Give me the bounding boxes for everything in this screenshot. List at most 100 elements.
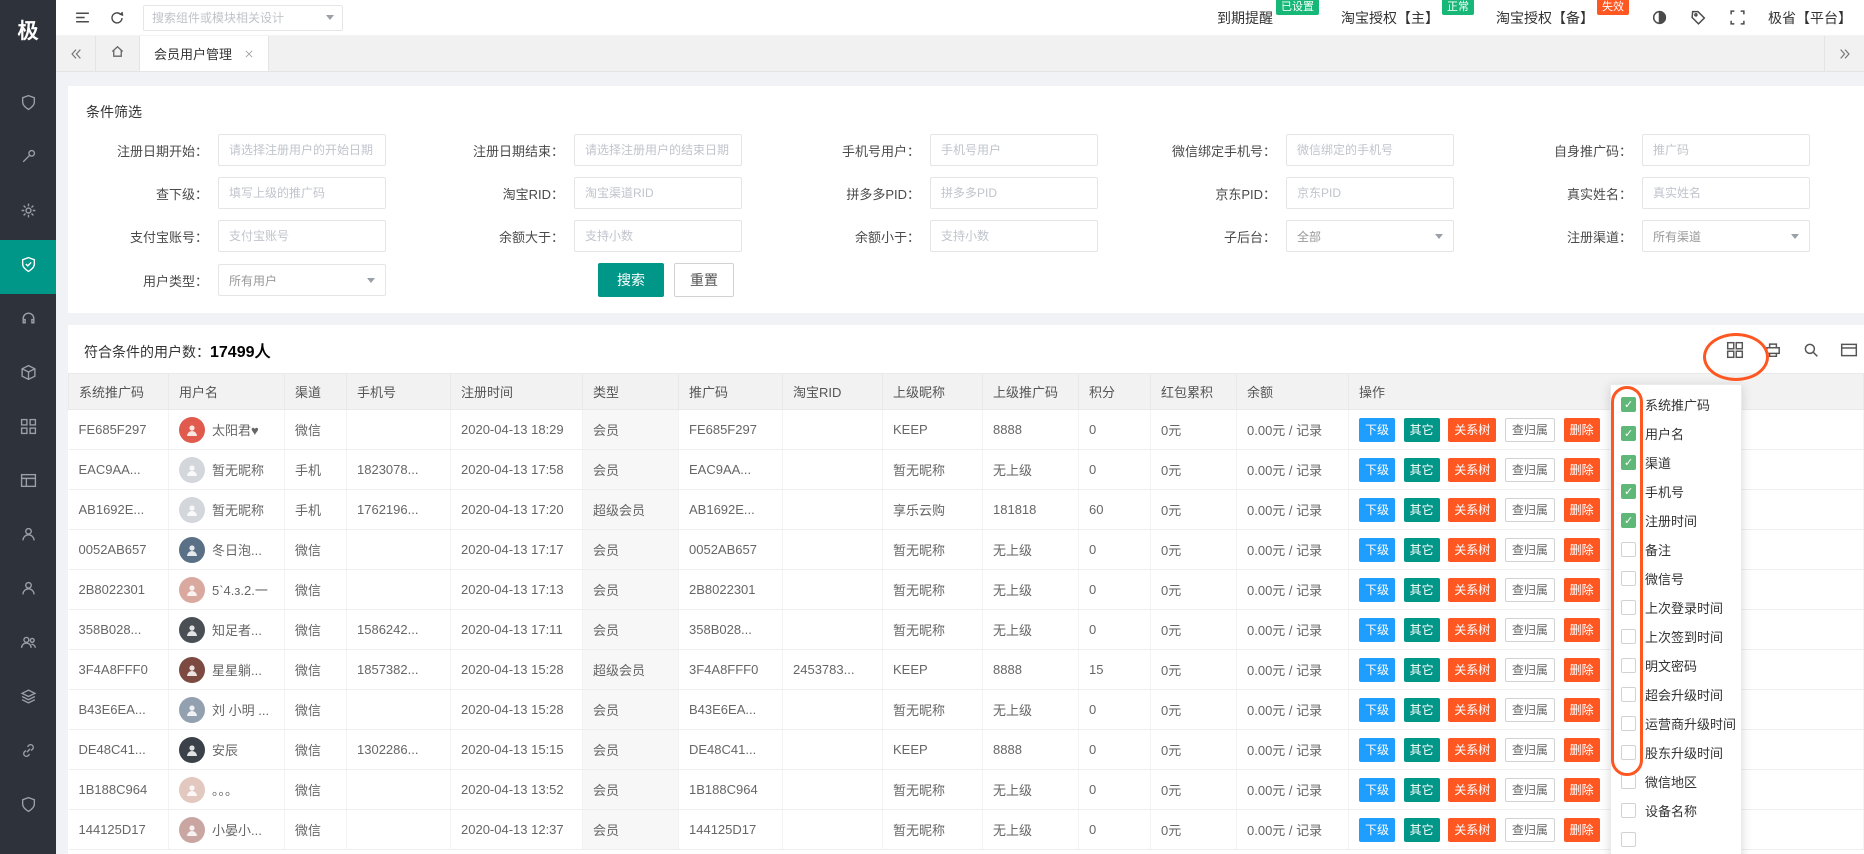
chevron-down-icon[interactable] — [326, 15, 334, 20]
sidebar-item-support[interactable] — [0, 294, 56, 348]
column-toggle[interactable]: 系统推广码 — [1611, 390, 1741, 419]
sidebar-item-users-group[interactable] — [0, 618, 56, 672]
phone-user-input[interactable] — [930, 134, 1098, 166]
relation-tree-button[interactable]: 关系树 — [1448, 697, 1497, 722]
ownership-button[interactable]: 查归属 — [1504, 617, 1555, 642]
ownership-button[interactable]: 查归属 — [1504, 777, 1555, 802]
sub-admin-select[interactable]: 全部 — [1286, 220, 1454, 252]
checkbox-icon[interactable] — [1621, 600, 1636, 615]
reg-date-end-input[interactable] — [574, 134, 742, 166]
delete-button[interactable]: 删除 — [1563, 537, 1600, 562]
relation-tree-button[interactable]: 关系树 — [1448, 737, 1497, 762]
close-icon[interactable] — [244, 49, 254, 59]
real-name-input[interactable] — [1642, 177, 1810, 209]
delete-button[interactable]: 删除 — [1563, 777, 1600, 802]
user-type-select[interactable]: 所有用户 — [218, 264, 386, 296]
column-toggle[interactable]: 超会升级时间 — [1611, 680, 1741, 709]
other-button[interactable]: 其它 — [1403, 457, 1440, 482]
column-toggle[interactable]: 用户名 — [1611, 419, 1741, 448]
tab-home[interactable] — [96, 36, 140, 71]
sidebar-item-security[interactable] — [0, 780, 56, 834]
balance-lt-input[interactable] — [930, 220, 1098, 252]
delete-button[interactable]: 删除 — [1563, 737, 1600, 762]
ownership-button[interactable]: 查归属 — [1504, 737, 1555, 762]
checkbox-icon[interactable] — [1621, 716, 1636, 731]
column-toggle[interactable]: 手机号 — [1611, 477, 1741, 506]
other-button[interactable]: 其它 — [1403, 657, 1440, 682]
ownership-button[interactable]: 查归属 — [1504, 417, 1555, 442]
sidebar-item-settings[interactable] — [0, 186, 56, 240]
sub-level-button[interactable]: 下级 — [1359, 417, 1396, 442]
delete-button[interactable]: 删除 — [1563, 817, 1600, 842]
sub-level-button[interactable]: 下级 — [1359, 697, 1396, 722]
fullscreen-icon[interactable] — [1729, 9, 1746, 26]
relation-tree-button[interactable]: 关系树 — [1448, 417, 1497, 442]
relation-tree-button[interactable]: 关系树 — [1448, 577, 1497, 602]
ownership-button[interactable]: 查归属 — [1504, 497, 1555, 522]
sub-level-button[interactable]: 下级 — [1359, 617, 1396, 642]
sidebar-item-user[interactable] — [0, 510, 56, 564]
ownership-button[interactable]: 查归属 — [1504, 577, 1555, 602]
sub-level-input[interactable] — [218, 177, 386, 209]
checkbox-icon[interactable] — [1621, 513, 1636, 528]
checkbox-icon[interactable] — [1621, 745, 1636, 760]
ownership-button[interactable]: 查归属 — [1504, 457, 1555, 482]
ownership-button[interactable]: 查归属 — [1504, 697, 1555, 722]
sub-level-button[interactable]: 下级 — [1359, 537, 1396, 562]
delete-button[interactable]: 删除 — [1563, 457, 1600, 482]
checkbox-icon[interactable] — [1621, 629, 1636, 644]
other-button[interactable]: 其它 — [1403, 417, 1440, 442]
relation-tree-button[interactable]: 关系树 — [1448, 657, 1497, 682]
sidebar-item-layout[interactable] — [0, 456, 56, 510]
delete-button[interactable]: 删除 — [1563, 617, 1600, 642]
other-button[interactable]: 其它 — [1403, 497, 1440, 522]
column-toggle[interactable]: 上次签到时间 — [1611, 622, 1741, 651]
export-panel-icon[interactable] — [1838, 339, 1860, 361]
column-toggle[interactable] — [1611, 825, 1741, 854]
wechat-phone-input[interactable] — [1286, 134, 1454, 166]
relation-tree-button[interactable]: 关系树 — [1448, 497, 1497, 522]
delete-button[interactable]: 删除 — [1563, 497, 1600, 522]
relation-tree-button[interactable]: 关系树 — [1448, 537, 1497, 562]
sidebar-item-member[interactable] — [0, 564, 56, 618]
reg-date-start-input[interactable] — [218, 134, 386, 166]
ownership-button[interactable]: 查归属 — [1504, 537, 1555, 562]
search-button[interactable]: 搜索 — [598, 263, 664, 297]
sub-level-button[interactable]: 下级 — [1359, 737, 1396, 762]
ownership-button[interactable]: 查归属 — [1504, 817, 1555, 842]
other-button[interactable]: 其它 — [1403, 577, 1440, 602]
balance-gt-input[interactable] — [574, 220, 742, 252]
taobao-rid-input[interactable] — [574, 177, 742, 209]
column-toggle[interactable]: 设备名称 — [1611, 796, 1741, 825]
relation-tree-button[interactable]: 关系树 — [1448, 457, 1497, 482]
other-button[interactable]: 其它 — [1403, 537, 1440, 562]
relation-tree-button[interactable]: 关系树 — [1448, 817, 1497, 842]
delete-button[interactable]: 删除 — [1563, 657, 1600, 682]
sub-level-button[interactable]: 下级 — [1359, 497, 1396, 522]
checkbox-icon[interactable] — [1621, 455, 1636, 470]
checkbox-icon[interactable] — [1621, 397, 1636, 412]
delete-button[interactable]: 删除 — [1563, 697, 1600, 722]
tag-icon[interactable] — [1690, 9, 1707, 26]
checkbox-icon[interactable] — [1621, 484, 1636, 499]
sidebar-item-products[interactable] — [0, 348, 56, 402]
sidebar-item-layers[interactable] — [0, 672, 56, 726]
expiry-reminder[interactable]: 到期提醒 已设置 — [1217, 0, 1319, 28]
column-toggle[interactable]: 注册时间 — [1611, 506, 1741, 535]
checkbox-icon[interactable] — [1621, 774, 1636, 789]
checkbox-icon[interactable] — [1621, 832, 1636, 847]
collapse-menu-icon[interactable] — [74, 9, 91, 26]
checkbox-icon[interactable] — [1621, 542, 1636, 557]
delete-button[interactable]: 删除 — [1563, 417, 1600, 442]
column-toggle[interactable]: 明文密码 — [1611, 651, 1741, 680]
other-button[interactable]: 其它 — [1403, 777, 1440, 802]
sidebar-item-shield[interactable] — [0, 78, 56, 132]
tab-member-user-management[interactable]: 会员用户管理 — [140, 36, 270, 71]
relation-tree-button[interactable]: 关系树 — [1448, 777, 1497, 802]
relation-tree-button[interactable]: 关系树 — [1448, 617, 1497, 642]
reg-channel-select[interactable]: 所有渠道 — [1642, 220, 1810, 252]
refresh-icon[interactable] — [109, 10, 125, 26]
column-toggle[interactable]: 渠道 — [1611, 448, 1741, 477]
column-toggle[interactable]: 微信号 — [1611, 564, 1741, 593]
other-button[interactable]: 其它 — [1403, 697, 1440, 722]
